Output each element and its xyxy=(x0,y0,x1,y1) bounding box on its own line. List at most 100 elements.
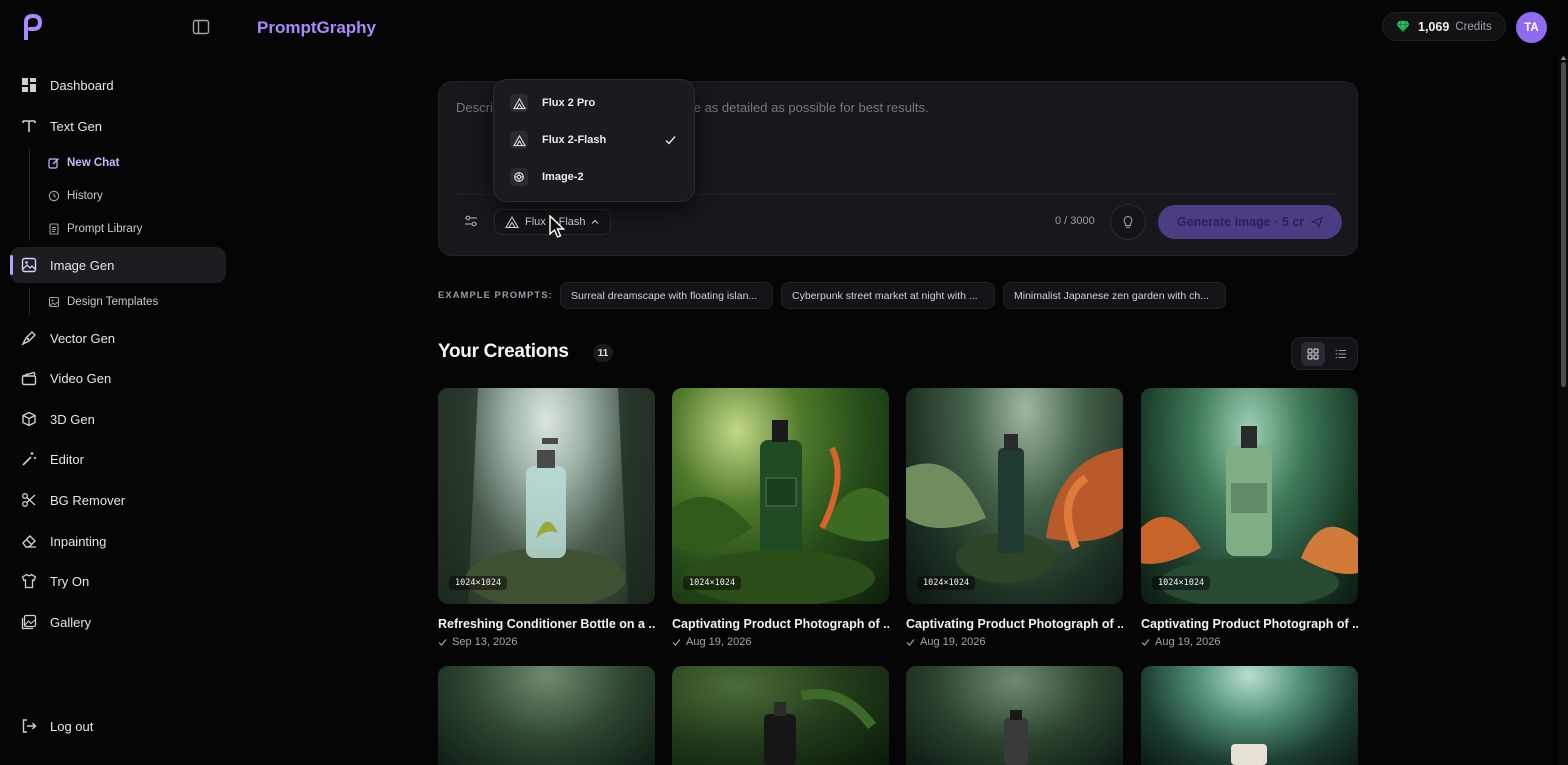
sidebar-item-label: Design Templates xyxy=(67,296,159,308)
sidebar-item-history[interactable]: History xyxy=(40,183,103,209)
image-dimensions: 1024×1024 xyxy=(449,576,508,590)
sidebar-item-gallery[interactable]: Gallery xyxy=(10,604,226,640)
example-prompt-chip[interactable]: Cyberpunk street market at night with ..… xyxy=(781,282,995,309)
model-option-image-2[interactable]: Image-2 xyxy=(502,161,688,193)
check-icon xyxy=(438,638,447,646)
prompt-tips-button[interactable] xyxy=(1110,204,1146,240)
sidebar-item-label: Text Gen xyxy=(50,118,103,134)
example-prompts-label: EXAMPLE PROMPTS: xyxy=(438,290,553,301)
sidebar-item-label: Video Gen xyxy=(50,370,112,386)
creation-thumbnail[interactable]: 1024×1024 xyxy=(906,388,1123,604)
sidebar-item-try-on[interactable]: Try On xyxy=(10,563,226,599)
creations-count-badge: 11 xyxy=(593,344,613,362)
shirt-icon xyxy=(21,573,37,589)
creation-card[interactable] xyxy=(1141,666,1358,765)
model-option-label: Image-2 xyxy=(542,171,584,183)
text-icon xyxy=(22,120,36,132)
scrollbar-thumb[interactable] xyxy=(1561,62,1566,387)
grid-view-button[interactable] xyxy=(1301,342,1325,366)
scissors-icon xyxy=(22,493,36,507)
flux-icon xyxy=(505,215,519,229)
creation-title: Refreshing Conditioner Bottle on a ... xyxy=(438,617,655,631)
model-option-flux-2-flash[interactable]: Flux 2-Flash xyxy=(502,124,688,156)
creation-date: Aug 19, 2026 xyxy=(906,636,1123,648)
sidebar-item-3d-gen[interactable]: 3D Gen xyxy=(10,401,226,437)
sidebar-item-bg-remover[interactable]: BG Remover xyxy=(10,482,226,518)
credits-badge[interactable]: 1,069 Credits xyxy=(1382,12,1506,41)
product-image xyxy=(438,388,655,604)
settings-sliders-icon[interactable] xyxy=(463,213,479,229)
clapperboard-icon xyxy=(21,371,37,386)
sidebar-item-vector-gen[interactable]: Vector Gen xyxy=(10,320,226,356)
creation-title: Captivating Product Photograph of ... xyxy=(906,617,1123,631)
sidebar-toggle-icon[interactable] xyxy=(192,18,210,36)
creation-title: Captivating Product Photograph of ... xyxy=(1141,617,1358,631)
sidebar-item-prompt-library[interactable]: Prompt Library xyxy=(40,216,142,242)
creation-date: Sep 13, 2026 xyxy=(438,636,655,648)
creation-card[interactable]: 1024×1024 Captivating Product Photograph… xyxy=(906,388,1123,648)
cube-icon xyxy=(22,411,36,427)
product-image xyxy=(1231,744,1267,765)
creation-date: Aug 19, 2026 xyxy=(1141,636,1358,648)
image-icon xyxy=(21,257,37,273)
creation-card[interactable]: 1024×1024 Refreshing Conditioner Bottle … xyxy=(438,388,655,648)
sidebar-item-label: Dashboard xyxy=(50,77,114,93)
model-option-flux-2-pro[interactable]: Flux 2 Pro xyxy=(502,87,688,119)
creation-title: Captivating Product Photograph of ... xyxy=(672,617,889,631)
list-view-button[interactable] xyxy=(1329,342,1353,366)
creation-thumbnail[interactable]: 1024×1024 xyxy=(1141,388,1358,604)
template-icon xyxy=(48,296,60,308)
sidebar-item-label: Try On xyxy=(50,573,90,589)
logout-button[interactable]: Log out xyxy=(10,708,226,744)
sidebar-item-new-chat[interactable]: New Chat xyxy=(40,150,119,176)
edit-icon xyxy=(48,158,59,169)
openai-icon xyxy=(510,168,528,186)
lightbulb-icon xyxy=(1123,215,1133,228)
creation-card[interactable] xyxy=(438,666,655,765)
creation-thumbnail[interactable] xyxy=(438,666,655,765)
check-icon xyxy=(665,136,676,145)
send-icon xyxy=(1311,216,1324,228)
sidebar-item-inpainting[interactable]: Inpainting xyxy=(10,523,226,559)
app-brand[interactable]: PromptGraphy xyxy=(257,18,376,38)
user-avatar[interactable]: TA xyxy=(1516,12,1547,43)
model-option-label: Flux 2-Flash xyxy=(542,134,607,146)
scroll-up-arrow-icon[interactable] xyxy=(1560,55,1567,61)
section-title: Your Creations xyxy=(438,341,569,362)
creation-thumbnail[interactable] xyxy=(1141,666,1358,765)
char-counter: 0 / 3000 xyxy=(1055,215,1095,227)
sidebar-item-dashboard[interactable]: Dashboard xyxy=(10,67,226,103)
model-option-label: Flux 2 Pro xyxy=(542,97,596,109)
check-icon xyxy=(672,638,681,646)
sidebar-item-text-gen[interactable]: Text Gen xyxy=(10,108,226,144)
sidebar-item-label: Gallery xyxy=(50,614,92,630)
flux-icon xyxy=(510,94,528,112)
submenu-line xyxy=(29,149,30,241)
magic-wand-icon xyxy=(22,452,36,466)
list-icon xyxy=(1335,349,1346,359)
app-logo-icon[interactable] xyxy=(22,14,44,40)
sidebar-item-design-templates[interactable]: Design Templates xyxy=(40,289,158,315)
sidebar-item-video-gen[interactable]: Video Gen xyxy=(10,360,226,396)
example-prompt-chip[interactable]: Surreal dreamscape with floating islan..… xyxy=(560,282,773,309)
sidebar-item-editor[interactable]: Editor xyxy=(10,441,226,477)
grid-icon xyxy=(1307,348,1319,360)
creation-thumbnail[interactable]: 1024×1024 xyxy=(438,388,655,604)
submenu-line xyxy=(29,287,30,315)
sidebar-item-image-gen[interactable]: Image Gen xyxy=(10,247,226,283)
creation-date-text: Aug 19, 2026 xyxy=(920,636,986,648)
creation-thumbnail[interactable]: 1024×1024 xyxy=(672,388,889,604)
check-icon xyxy=(1141,638,1150,646)
generate-image-button[interactable]: Generate Image · 5 cr xyxy=(1158,205,1342,239)
creation-card[interactable]: 1024×1024 Captivating Product Photograph… xyxy=(1141,388,1358,648)
creation-thumbnail[interactable] xyxy=(672,666,889,765)
creation-card[interactable] xyxy=(906,666,1123,765)
product-image xyxy=(764,689,876,765)
sidebar-item-label: Editor xyxy=(50,451,84,467)
creation-thumbnail[interactable] xyxy=(906,666,1123,765)
chevron-up-icon xyxy=(591,219,598,224)
creation-card[interactable]: 1024×1024 Captivating Product Photograph… xyxy=(672,388,889,648)
sidebar-item-label: Inpainting xyxy=(50,533,107,549)
creation-card[interactable] xyxy=(672,666,889,765)
example-prompt-chip[interactable]: Minimalist Japanese zen garden with ch..… xyxy=(1003,282,1226,309)
